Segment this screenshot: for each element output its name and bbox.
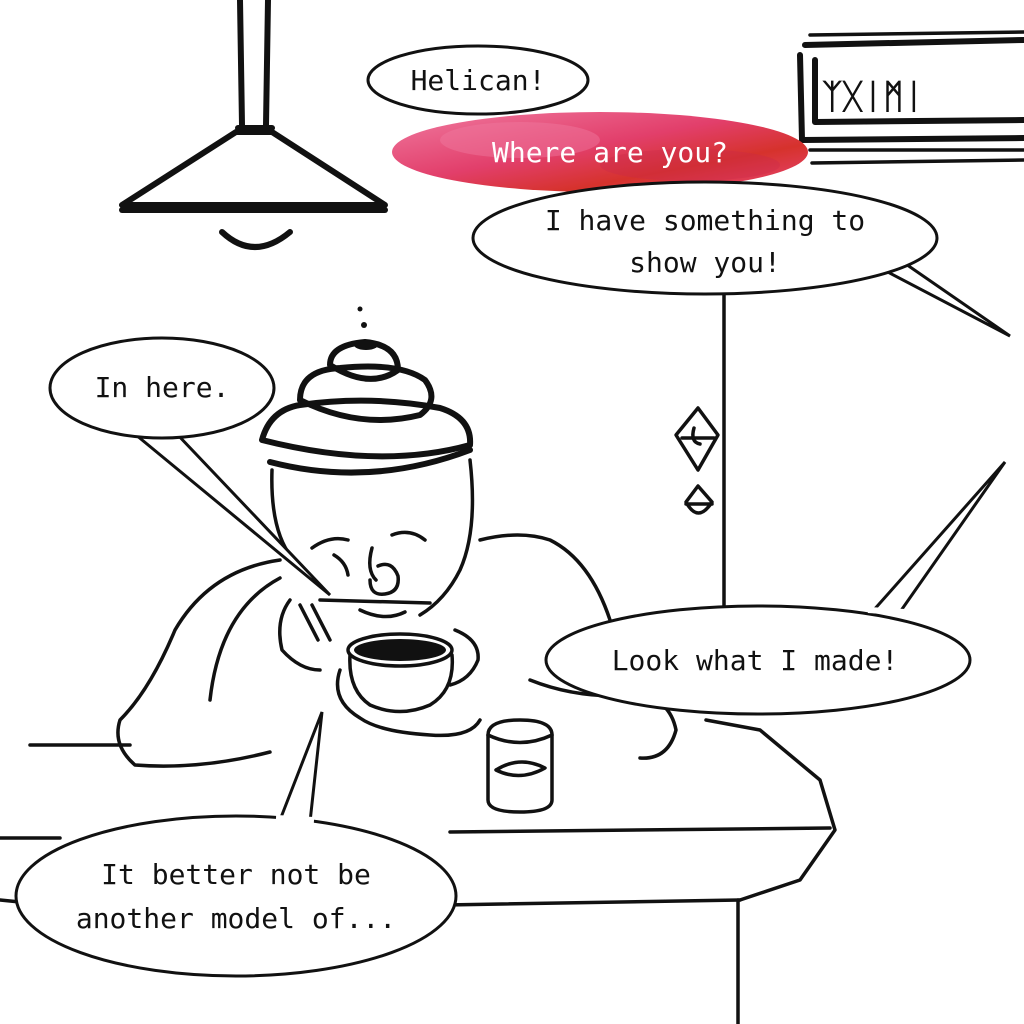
bubble-helican: Helican! bbox=[366, 44, 590, 116]
bubble-better: It better not be another model of... bbox=[14, 711, 458, 978]
wall-sign: ᛉᚷᛁᛗᛁ bbox=[797, 30, 1024, 165]
bubble-something: I have something to show you! bbox=[471, 180, 1011, 338]
door-symbols bbox=[674, 406, 720, 515]
bubble-something-line2: show you! bbox=[629, 246, 781, 279]
table-front-right bbox=[448, 826, 832, 834]
bubble-where-text: Where are you? bbox=[492, 136, 728, 169]
bubble-better-line1: It better not be bbox=[101, 858, 371, 891]
comic-panel: ᛉᚷᛁᛗᛁ Helican! Where are you? I have som… bbox=[0, 0, 1024, 1024]
table-bottom-right bbox=[443, 898, 742, 907]
bubble-in-here-text: In here. bbox=[95, 371, 230, 404]
bubble-something-line1: I have something to bbox=[545, 204, 865, 237]
table-right-edge bbox=[704, 718, 837, 902]
bubble-helican-text: Helican! bbox=[411, 64, 546, 97]
bubble-better-line2: another model of... bbox=[76, 902, 396, 935]
bubble-look-text: Look what I made! bbox=[612, 644, 899, 677]
bubble-where: Where are you? bbox=[392, 112, 808, 192]
sign-runes: ᛉᚷᛁᛗᛁ bbox=[822, 77, 924, 117]
speech-bubbles: Helican! Where are you? I have something… bbox=[14, 44, 1011, 978]
bubble-look: Look what I made! bbox=[544, 461, 1007, 716]
ceiling-lamp bbox=[119, 0, 388, 250]
